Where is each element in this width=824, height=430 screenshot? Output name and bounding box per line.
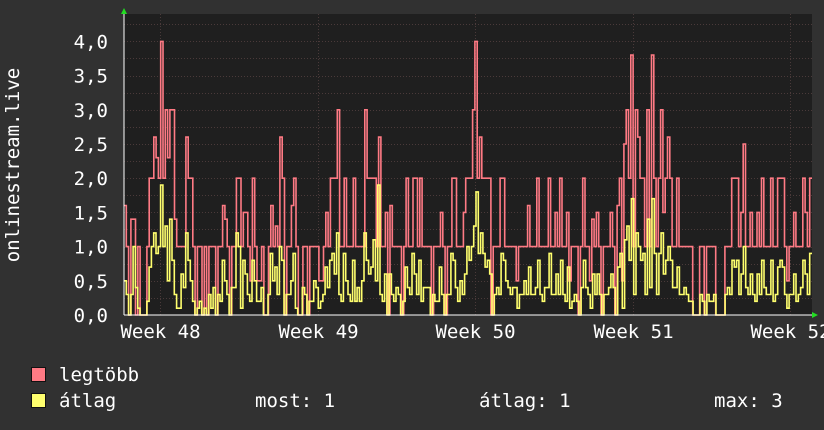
y-axis-arrow-icon	[121, 8, 127, 14]
x-tick-label: Week 49	[278, 321, 358, 343]
stat-max: max: 3	[714, 390, 783, 412]
y-tick-label: 0,5	[74, 271, 108, 293]
y-tick-label: 3,5	[74, 66, 108, 88]
legend-label-avg: átlag	[59, 390, 117, 412]
x-axis-arrow-icon	[812, 312, 818, 318]
legend-swatch-avg	[31, 393, 46, 408]
x-tick-label: Week 48	[120, 321, 200, 343]
x-tick-label: Week 51	[593, 321, 673, 343]
legend-label-max: legtöbb	[59, 364, 140, 386]
y-tick-label: 1,5	[74, 202, 108, 224]
y-tick-label: 2,0	[74, 168, 108, 190]
y-tick-label: 2,5	[74, 134, 108, 156]
x-tick-label: Week 52	[750, 321, 824, 343]
plot-area	[124, 14, 812, 315]
chart: 0,0 0,5 1,0 1,5 2,0 2,5 3,0 3,5 4,0 Week 48 Week 4…	[2, 8, 824, 343]
x-tick-label: Week 50	[435, 321, 515, 343]
legend-swatch-max	[31, 367, 46, 382]
y-tick-label: 3,0	[74, 100, 108, 122]
y-tick-label: 4,0	[74, 31, 108, 53]
stat-average: átlag: 1	[479, 390, 571, 412]
y-tick-label: 1,0	[74, 237, 108, 259]
y-tick-label: 0,0	[74, 305, 108, 327]
stat-now: most: 1	[255, 390, 336, 412]
y-axis-title: onlinestream.live	[2, 68, 24, 262]
